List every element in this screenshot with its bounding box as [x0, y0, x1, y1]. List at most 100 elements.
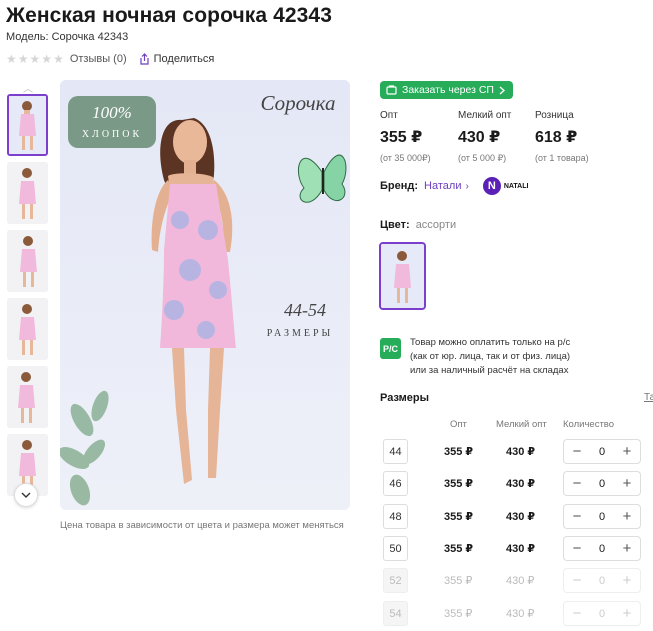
- brand-label: Бренд:: [380, 180, 419, 192]
- plus-icon[interactable]: +: [621, 509, 633, 524]
- main-product-image[interactable]: 100% ХЛОПОК Сорочка 44-54 РАЗМЕРЫ: [60, 80, 350, 510]
- chevron-right-icon: [499, 85, 505, 95]
- quantity-value[interactable]: 0: [599, 478, 605, 490]
- reviews-link[interactable]: Отзывы (0): [70, 53, 127, 65]
- plus-icon[interactable]: +: [621, 541, 633, 556]
- price-label: Опт: [380, 110, 398, 121]
- size-opt-price: 355 ₽: [444, 575, 473, 587]
- size-label: 44: [383, 439, 408, 464]
- brand-row: Бренд: Натали › N NATALI: [380, 176, 528, 196]
- star-icon: ★: [53, 52, 64, 66]
- share-button[interactable]: Поделиться: [139, 53, 214, 65]
- image-size-word: РАЗМЕРЫ: [267, 328, 334, 339]
- size-row: 44 355 ₽ 430 ₽ − 0 +: [383, 439, 645, 464]
- payment-note: Р/С Товар можно оплатить только на р/с (…: [380, 336, 570, 378]
- thumbnail-image: [9, 96, 46, 154]
- header-small-opt: Мелкий опт: [496, 419, 547, 430]
- quantity-stepper: − 0 +: [563, 439, 641, 464]
- plus-icon[interactable]: +: [621, 444, 633, 459]
- size-row: 54 355 ₽ 430 ₽ − 0 +: [383, 601, 645, 626]
- minus-icon[interactable]: −: [571, 541, 583, 556]
- price-condition: (от 1 товара): [535, 153, 589, 163]
- payment-line: (как от юр. лица, так и от физ. лица): [410, 351, 571, 362]
- brand-logo-text: NATALI: [503, 182, 529, 190]
- share-icon: [140, 53, 149, 65]
- size-row: 48 355 ₽ 430 ₽ − 0 +: [383, 504, 645, 529]
- size-small-opt-price: 430 ₽: [506, 543, 536, 555]
- quantity-stepper: − 0 +: [563, 568, 641, 593]
- badge-percent: 100%: [92, 103, 132, 122]
- order-button-label: Заказать через СП: [402, 84, 494, 96]
- price-label: Розница: [535, 110, 574, 121]
- minus-icon: −: [572, 605, 582, 622]
- quantity-value[interactable]: 0: [599, 543, 605, 555]
- plus-icon[interactable]: +: [621, 476, 633, 491]
- chevron-right-icon: ›: [465, 180, 469, 192]
- thumbnail-image: [7, 162, 48, 224]
- price-condition: (от 35 000₽): [380, 153, 431, 163]
- price-disclaimer: Цена товара в зависимости от цвета и раз…: [60, 520, 344, 531]
- size-row: 46 355 ₽ 430 ₽ − 0 +: [383, 471, 645, 496]
- image-size-range: 44-54: [284, 300, 326, 320]
- quantity-value[interactable]: 0: [599, 446, 605, 458]
- minus-icon: −: [572, 572, 582, 589]
- invoice-payment-icon: Р/С: [380, 338, 401, 359]
- size-label: 50: [383, 536, 408, 561]
- thumbnail-5[interactable]: [7, 366, 48, 428]
- minus-icon[interactable]: −: [571, 509, 583, 524]
- thumbnail-3[interactable]: [7, 230, 48, 292]
- size-label: 54: [383, 601, 408, 626]
- minus-icon[interactable]: −: [571, 476, 583, 491]
- product-title: Женская ночная сорочка 42343: [6, 4, 332, 27]
- brand-link[interactable]: Натали: [424, 180, 461, 192]
- size-small-opt-price: 430 ₽: [506, 608, 535, 620]
- size-small-opt-price: 430 ₽: [506, 478, 536, 490]
- swatch-image: [381, 244, 424, 308]
- chevron-up-icon[interactable]: ︿: [17, 80, 39, 95]
- cart-icon: [386, 85, 397, 95]
- thumbnail-1[interactable]: [7, 94, 48, 156]
- thumbnail-image: [7, 230, 48, 292]
- size-small-opt-price: 430 ₽: [506, 511, 536, 523]
- size-label: 52: [383, 568, 408, 593]
- color-row: Цвет: ассорти: [380, 219, 456, 231]
- rating-stars[interactable]: ★ ★ ★ ★ ★: [6, 53, 64, 65]
- thumbnail-image: [7, 366, 48, 428]
- minus-icon[interactable]: −: [571, 444, 583, 459]
- quantity-stepper: − 0 +: [563, 536, 641, 561]
- color-swatch-assorted[interactable]: [379, 242, 426, 310]
- star-icon: ★: [17, 52, 29, 66]
- header-quantity: Количество: [563, 419, 615, 430]
- brand-logo[interactable]: N NATALI: [482, 177, 529, 195]
- price-retail: Розница 618 ₽ (от 1 товара): [535, 110, 589, 163]
- payment-line: Товар можно оплатить только на р/с: [410, 337, 571, 348]
- product-meta-row: ★ ★ ★ ★ ★ Отзывы (0) Поделиться: [6, 51, 214, 67]
- product-model: Модель: Сорочка 42343: [6, 31, 129, 43]
- quantity-value: 0: [598, 574, 606, 587]
- size-table-link[interactable]: Та: [644, 392, 653, 403]
- price-opt: Опт 355 ₽ (от 35 000₽): [380, 110, 431, 164]
- size-small-opt-price: 430 ₽: [506, 446, 536, 458]
- thumbnail-4[interactable]: [7, 298, 48, 360]
- size-label: 48: [383, 504, 408, 529]
- payment-note-text: Товар можно оплатить только на р/с (как …: [410, 336, 570, 378]
- size-opt-price: 355 ₽: [444, 543, 474, 555]
- sizes-title: Размеры: [380, 392, 430, 404]
- size-opt-price: 355 ₽: [444, 478, 474, 490]
- price-value: 430 ₽: [458, 129, 501, 146]
- price-condition: (от 5 000 ₽): [458, 153, 507, 163]
- size-small-opt-price: 430 ₽: [506, 575, 535, 587]
- quantity-value[interactable]: 0: [599, 511, 605, 523]
- order-via-sp-button[interactable]: Заказать через СП: [380, 81, 513, 99]
- product-photo: 100% ХЛОПОК Сорочка 44-54 РАЗМЕРЫ: [60, 80, 350, 510]
- star-icon: ★: [41, 52, 53, 66]
- star-icon: ★: [6, 52, 17, 66]
- size-label: 46: [383, 471, 408, 496]
- thumbnails-scroll-down-button[interactable]: [14, 483, 38, 507]
- size-row: 52 355 ₽ 430 ₽ − 0 +: [383, 568, 645, 593]
- thumbnail-image: [7, 298, 48, 360]
- thumbnail-2[interactable]: [7, 162, 48, 224]
- price-value: 355 ₽: [380, 129, 423, 146]
- quantity-value: 0: [598, 607, 606, 620]
- quantity-stepper: − 0 +: [563, 471, 641, 496]
